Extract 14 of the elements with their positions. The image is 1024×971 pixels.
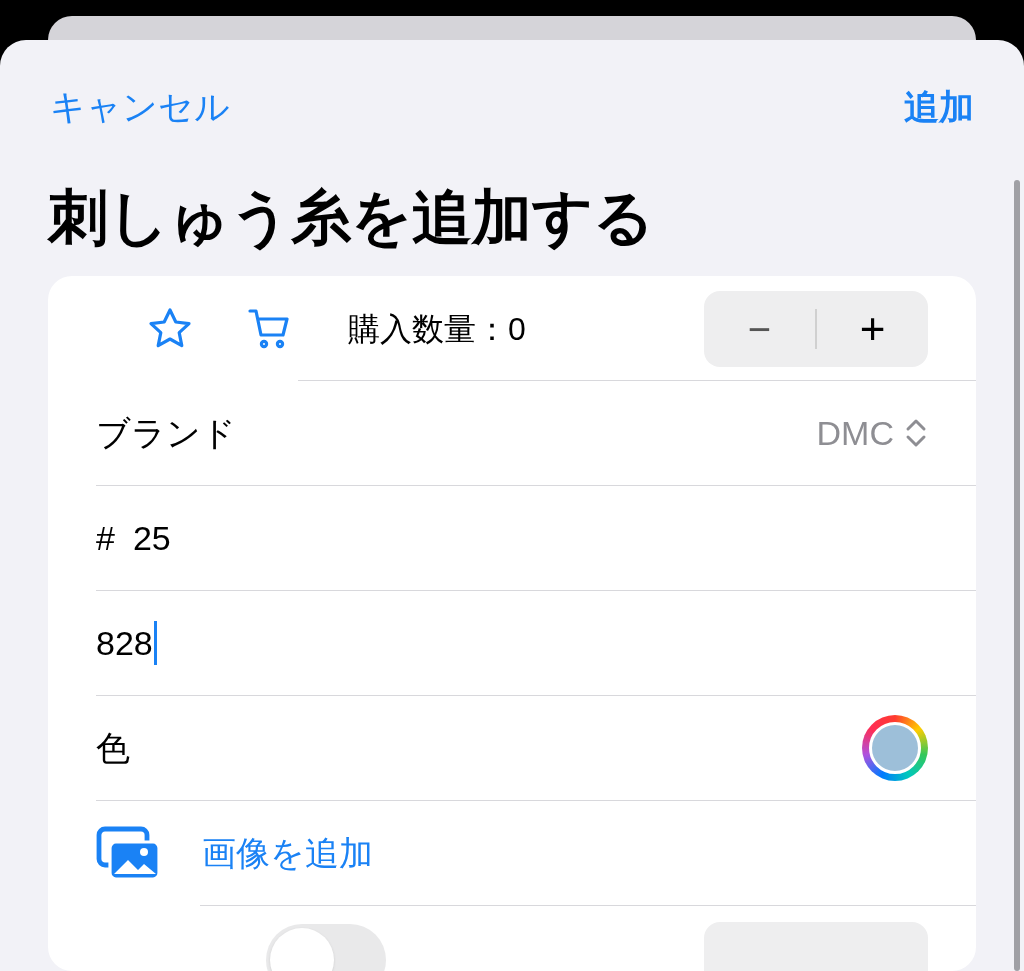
code-field[interactable]: 828 <box>96 621 157 665</box>
chevron-up-down-icon <box>904 417 928 449</box>
add-button[interactable]: 追加 <box>904 80 974 134</box>
cancel-button[interactable]: キャンセル <box>50 80 230 134</box>
decrement-button[interactable]: − <box>704 298 815 359</box>
brand-label: ブランド <box>96 412 236 454</box>
color-label: 色 <box>96 727 130 769</box>
increment-button[interactable]: + <box>817 295 928 362</box>
hash-label: # <box>96 517 115 559</box>
purchase-quantity: 購入数量：0 <box>348 309 526 349</box>
page-title: 刺しゅう糸を追加する <box>48 183 654 253</box>
number-field[interactable]: 25 <box>132 512 171 564</box>
add-image-button[interactable]: 画像を追加 <box>202 828 373 879</box>
brand-picker[interactable]: DMC <box>816 407 928 459</box>
